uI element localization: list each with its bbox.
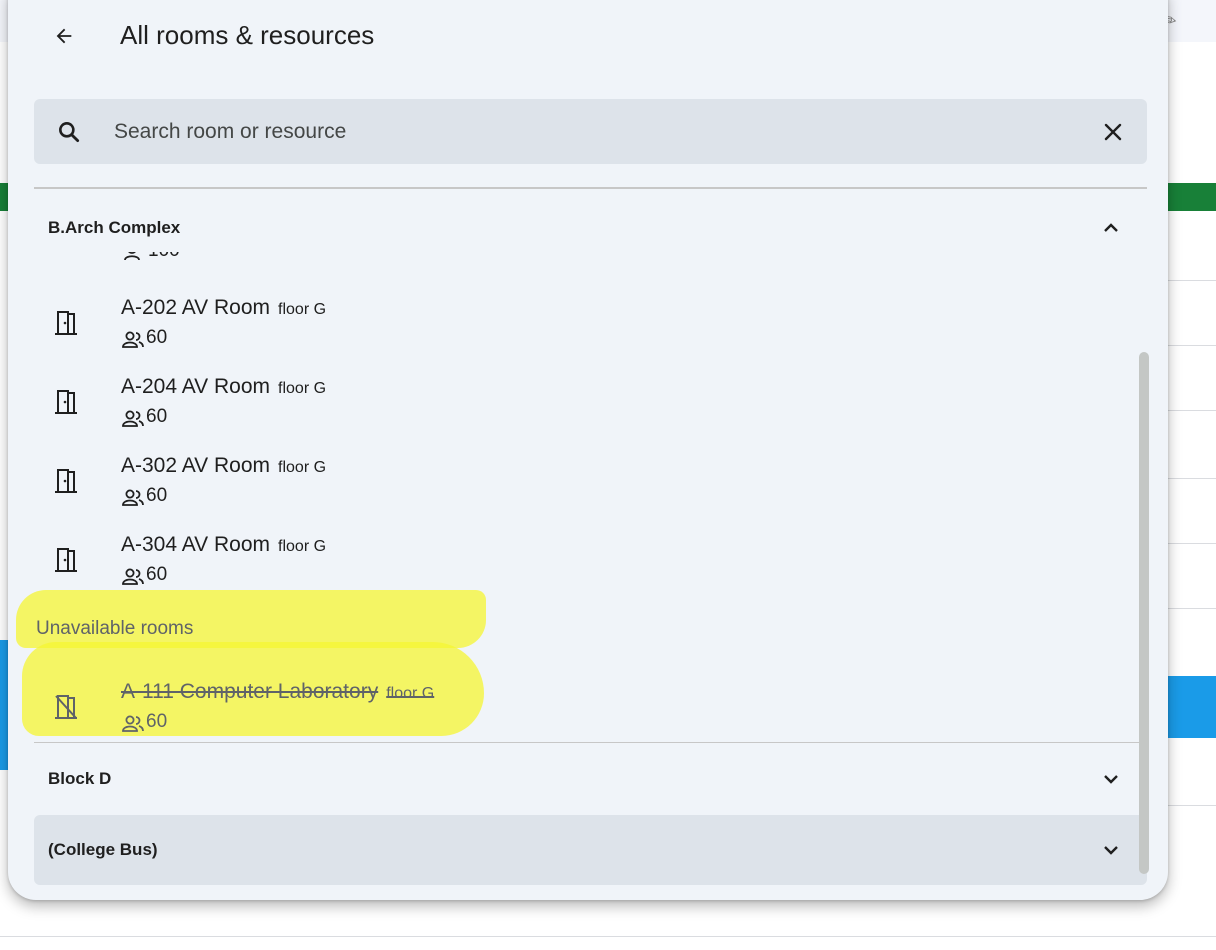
people-icon (122, 489, 144, 506)
search-icon (59, 122, 80, 143)
partially-hidden-room-capacity: 100 (123, 252, 203, 266)
door-unavailable-icon (55, 695, 77, 719)
room-name: A-304 AV Room (121, 533, 271, 556)
panel-title: All rooms & resources (120, 20, 375, 50)
search-input[interactable] (112, 111, 1076, 153)
room-floor: floor G (386, 685, 435, 702)
section-label: (College Bus) (48, 840, 158, 859)
search-box[interactable] (34, 99, 1147, 164)
room-item[interactable]: A-202 AV Room floor G 60 (34, 286, 1134, 364)
background-grid-line (1160, 478, 1216, 479)
room-floor: floor G (278, 380, 327, 397)
room-floor: floor G (278, 459, 327, 476)
background-divider (0, 936, 1216, 937)
chevron-up-icon (1104, 223, 1118, 232)
chevron-down-icon (1104, 775, 1118, 784)
room-capacity: 60 (146, 711, 168, 732)
room-name: A-202 AV Room (121, 296, 271, 319)
background-grid-line (1160, 608, 1216, 609)
door-icon (55, 311, 77, 335)
people-icon (122, 568, 144, 585)
people-icon (122, 410, 144, 427)
background-grid-line (1160, 280, 1216, 281)
background-grid-line (1160, 410, 1216, 411)
background-grid-line (1160, 543, 1216, 544)
room-capacity: 60 (146, 564, 168, 585)
room-name: A-204 AV Room (121, 375, 271, 398)
rooms-resources-panel: All rooms & resources B.Arch Complex 100 (8, 0, 1168, 900)
room-name: A-111 Computer Laboratory (121, 680, 379, 703)
room-capacity: 60 (146, 485, 168, 506)
door-icon (55, 548, 77, 572)
background-grid-line (1160, 345, 1216, 346)
room-item[interactable]: A-302 AV Room floor G 60 (34, 444, 1134, 522)
room-floor: floor G (278, 538, 327, 555)
room-capacity: 60 (146, 327, 168, 348)
back-button[interactable] (44, 16, 84, 56)
section-label: Block D (48, 769, 112, 788)
people-icon (122, 331, 144, 348)
background-grid-line (1160, 805, 1216, 806)
door-icon (55, 469, 77, 493)
unavailable-rooms-label: Unavailable rooms (36, 618, 194, 639)
room-item[interactable]: A-204 AV Room floor G 60 (34, 365, 1134, 443)
people-icon (122, 715, 144, 732)
door-icon (55, 390, 77, 414)
divider (34, 187, 1147, 189)
chevron-down-icon (1104, 846, 1118, 855)
room-capacity: 60 (146, 406, 168, 427)
section-college-bus[interactable]: (College Bus) (34, 815, 1147, 885)
close-icon (1104, 123, 1122, 141)
background-blue-event-left (0, 640, 8, 770)
arrow-left-icon (56, 28, 72, 44)
clear-search-button[interactable] (1097, 116, 1129, 148)
room-name: A-302 AV Room (121, 454, 271, 477)
scrollbar-thumb[interactable] (1139, 352, 1149, 874)
unavailable-room-item[interactable]: A-111 Computer Laboratory floor G 60 (34, 670, 1134, 748)
section-block-d[interactable]: Block D (34, 742, 1147, 815)
panel-header: All rooms & resources (8, 0, 1168, 70)
room-floor: floor G (278, 301, 327, 318)
